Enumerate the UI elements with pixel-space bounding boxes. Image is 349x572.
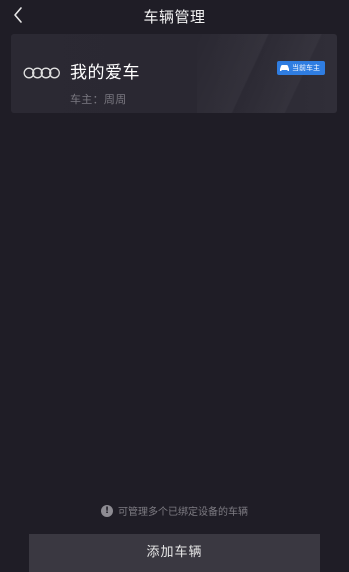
car-name: 我的爱车 — [70, 63, 140, 83]
hint: ! 可管理多个已绑定设备的车辆 — [0, 503, 349, 518]
add-vehicle-button[interactable]: 添加车辆 — [29, 534, 320, 572]
hint-text: 可管理多个已绑定设备的车辆 — [118, 507, 248, 518]
badge-label: 当前车主 — [292, 64, 320, 72]
page-title: 车辆管理 — [143, 8, 206, 26]
top-bar: 车辆管理 — [0, 0, 349, 32]
current-owner-badge: 当前车主 — [277, 61, 325, 75]
car-icon — [280, 65, 289, 71]
car-owner: 车主：周周 — [70, 93, 127, 106]
audi-rings-icon — [23, 67, 60, 79]
info-icon: ! — [101, 504, 113, 517]
car-card[interactable]: 我的爱车 车主：周周 当前车主 — [11, 34, 337, 113]
